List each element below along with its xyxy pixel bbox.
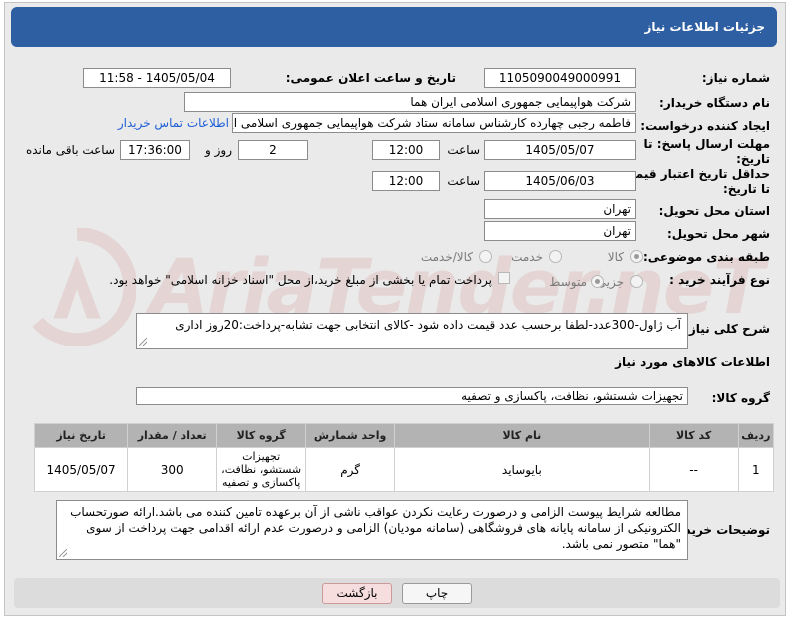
category-radio-goods[interactable] xyxy=(630,250,643,263)
col-unit: واحد شمارش xyxy=(305,423,396,448)
deadline-time-word: ساعت xyxy=(447,143,480,157)
col-date: تاریخ نیاز xyxy=(33,423,129,448)
cell-date: 1405/05/07 xyxy=(33,447,129,492)
announce-field: 1405/05/04 - 11:58 xyxy=(83,68,231,88)
description-label: شرح کلی نیاز: xyxy=(684,322,770,336)
province-label: استان محل تحویل: xyxy=(658,204,770,218)
payment-checkbox[interactable] xyxy=(498,272,510,284)
goods-table: ردیف کد کالا نام کالا واحد شمارش گروه کا… xyxy=(33,423,775,492)
category-option-goods: کالا xyxy=(607,250,624,264)
buyer-notes-text: مطالعه شرایط پیوست الزامی و درصورت رعایت… xyxy=(70,505,681,551)
process-label: نوع فرآیند خرید : xyxy=(669,273,770,287)
back-button[interactable]: بازگشت xyxy=(322,583,392,604)
cell-code: -- xyxy=(648,447,739,492)
print-button[interactable]: چاپ xyxy=(402,583,472,604)
goods-group-field: تجهیزات شستشو، نظافت، پاکسازی و تصفیه xyxy=(136,387,688,405)
cell-row: 1 xyxy=(737,447,775,492)
category-radio-service[interactable] xyxy=(549,250,562,263)
cell-group: تجهیزات شستشو، نظافت، پاکسازی و تصفیه xyxy=(216,447,307,492)
payment-note: پرداخت تمام یا بخشی از مبلغ خرید،از محل … xyxy=(109,273,492,287)
buyer-org-label: نام دستگاه خریدار: xyxy=(659,96,770,110)
category-option-service: خدمت xyxy=(511,250,543,264)
process-radio-medium[interactable] xyxy=(591,275,604,288)
city-field: تهران xyxy=(484,221,636,241)
valid-time-word: ساعت xyxy=(447,174,480,188)
resize-grip-icon[interactable] xyxy=(139,338,147,346)
cell-name: بایوساید xyxy=(394,447,650,492)
goods-group-label: گروه کالا: xyxy=(711,391,770,405)
process-radio-minor[interactable] xyxy=(630,275,643,288)
province-field: تهران xyxy=(484,199,636,219)
contact-buyer-link[interactable]: اطلاعات تماس خریدار xyxy=(118,116,229,130)
valid-time-field: 12:00 xyxy=(372,171,440,191)
min-valid-label: حداقل تاریخ اعتبار قیمت: xyxy=(618,167,770,181)
cell-qty: 300 xyxy=(127,447,218,492)
col-name: نام کالا xyxy=(394,423,650,448)
resize-grip-icon[interactable] xyxy=(59,549,67,557)
category-option-goods-service: کالا/خدمت xyxy=(420,250,473,264)
min-valid-label-date: تا تاریخ: xyxy=(722,182,770,196)
deadline-date-field: 1405/05/07 xyxy=(484,140,636,160)
button-bar: چاپ بازگشت xyxy=(14,578,780,608)
deadline-time-field: 12:00 xyxy=(372,140,440,160)
col-group: گروه کالا xyxy=(216,423,307,448)
days-field: 2 xyxy=(238,140,308,160)
days-word: روز و xyxy=(205,143,232,157)
col-qty: تعداد / مقدار xyxy=(127,423,218,448)
valid-date-field: 1405/06/03 xyxy=(484,171,636,191)
category-label: طبقه بندی موضوعی: xyxy=(642,250,770,264)
deadline-label: مهلت ارسال پاسخ: تا xyxy=(643,137,771,151)
announce-label: تاریخ و ساعت اعلان عمومی: xyxy=(285,71,456,85)
description-text: آب ژاول-300عدد-لطفا برحسب عدد قیمت داده … xyxy=(175,318,681,332)
table-header-row: ردیف کد کالا نام کالا واحد شمارش گروه کا… xyxy=(33,423,775,448)
remaining-time-field: 17:36:00 xyxy=(120,140,190,160)
page-title: جزئیات اطلاعات نیاز xyxy=(11,7,777,47)
creator-label: ایجاد کننده درخواست: xyxy=(640,119,770,133)
buyer-notes-textarea[interactable]: مطالعه شرایط پیوست الزامی و درصورت رعایت… xyxy=(56,500,688,560)
category-radio-goods-service[interactable] xyxy=(479,250,492,263)
table-row: 1 -- بایوساید گرم تجهیزات شستشو، نظافت، … xyxy=(33,447,775,492)
need-number-label: شماره نیاز: xyxy=(701,71,770,85)
creator-field: فاطمه رجبی چهارده کارشناس سامانه ستاد شر… xyxy=(232,113,636,133)
process-option-medium: متوسط xyxy=(549,275,587,289)
need-number-field: 1105090049000991 xyxy=(484,68,636,88)
col-code: کد کالا xyxy=(648,423,739,448)
deadline-label-date: تاریخ: xyxy=(736,152,770,166)
cell-unit: گرم xyxy=(305,447,396,492)
description-textarea[interactable]: آب ژاول-300عدد-لطفا برحسب عدد قیمت داده … xyxy=(136,313,688,349)
city-label: شهر محل تحویل: xyxy=(666,227,770,241)
buyer-org-field: شرکت هواپیمایی جمهوری اسلامی ایران هما xyxy=(184,92,636,112)
remaining-word: ساعت باقی مانده xyxy=(25,143,115,157)
goods-info-title: اطلاعات کالاهای مورد نیاز xyxy=(615,355,770,369)
col-row: ردیف xyxy=(737,423,775,448)
